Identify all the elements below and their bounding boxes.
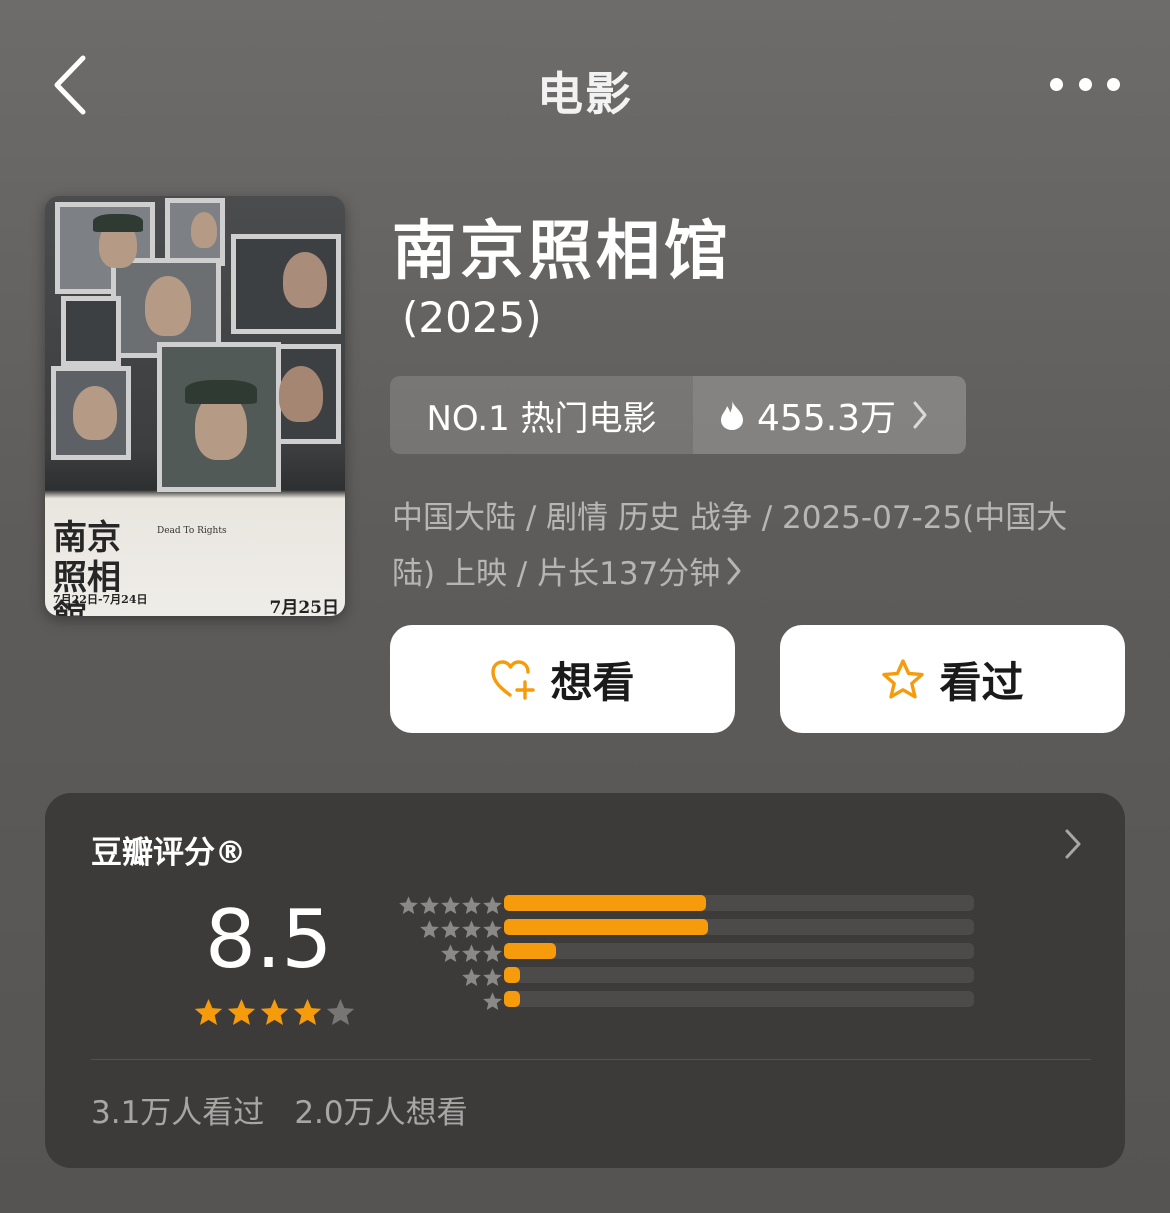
star-icon: [441, 919, 460, 938]
movie-meta[interactable]: 中国大陆 / 剧情 历史 战争 / 2025-07-25(中国大 陆) 上映 /…: [392, 490, 1122, 604]
rating-label: 豆瓣评分®: [91, 835, 246, 871]
star-icon: [483, 895, 502, 914]
rank-chip[interactable]: NO.1 热门电影 455.3万: [390, 376, 966, 454]
watched-button[interactable]: 看过: [780, 625, 1125, 733]
heat-value: 455.3万: [757, 398, 897, 439]
more-dots-icon: [1050, 77, 1063, 91]
distribution-bar-track: [504, 943, 974, 959]
more-button[interactable]: [1050, 66, 1120, 102]
want-to-watch-button[interactable]: 想看: [390, 625, 735, 733]
filled-star-icon: [293, 998, 322, 1026]
poster-photo: [61, 296, 121, 366]
flame-icon: [719, 399, 745, 431]
rating-stats: 3.1万人看过 2.0万人想看: [91, 1087, 468, 1132]
heat-value-group: 455.3万: [693, 376, 966, 454]
want-count: 2.0万人想看: [294, 1095, 468, 1131]
empty-star-icon: [326, 998, 355, 1026]
star-icon: [483, 991, 502, 1010]
poster-cap: [185, 380, 257, 404]
poster-release: 7月25日: [269, 598, 340, 616]
chevron-right-icon: [726, 548, 742, 604]
star-outline-icon: [882, 659, 925, 699]
divider: [91, 1059, 1091, 1060]
want-label: 想看: [550, 657, 635, 707]
rating-card[interactable]: 豆瓣评分® 8.5 3.1万人看过 2.0万人想看: [45, 793, 1125, 1168]
filled-star-icon: [227, 998, 256, 1026]
poster-face: [145, 276, 191, 336]
poster-face: [283, 252, 327, 308]
seen-count: 3.1万人看过: [91, 1095, 265, 1131]
movie-title: 南京照相馆: [392, 215, 732, 289]
star-icon: [441, 895, 460, 914]
distribution-bar-3: [504, 943, 556, 959]
star-icon: [462, 919, 481, 938]
poster-face: [73, 386, 117, 440]
distribution-bar-track: [504, 895, 974, 911]
rank-label: NO.1 热门电影: [390, 376, 693, 454]
star-icon: [462, 943, 481, 962]
rating-score: 8.5: [205, 893, 333, 986]
page-title: 电影: [537, 67, 633, 121]
movie-detail-page: 电影 南京照相館 Dead To Rights 7月22日-7月24日 7月25…: [0, 0, 1170, 1213]
star-level-labels: [383, 893, 503, 1013]
star-level-3: [383, 941, 503, 965]
movie-year: (2025): [402, 293, 542, 342]
star-icon: [441, 943, 460, 962]
seen-label: 看过: [939, 657, 1024, 707]
chevron-right-icon[interactable]: [1057, 827, 1087, 861]
movie-poster[interactable]: 南京照相館 Dead To Rights 7月22日-7月24日 7月25日: [45, 196, 345, 616]
meta-line-2-wrap: 陆) 上映 / 片长137分钟: [392, 546, 1122, 604]
star-icon: [483, 943, 502, 962]
star-icon: [399, 895, 418, 914]
meta-line-2: 陆) 上映 / 片长137分钟: [392, 556, 721, 592]
star-icon: [462, 895, 481, 914]
distribution-bar-5: [504, 895, 707, 911]
rating-distribution: [504, 895, 974, 1015]
distribution-bar-4: [504, 919, 709, 935]
star-level-4: [383, 917, 503, 941]
poster-face: [191, 212, 217, 248]
more-dot: [1107, 77, 1120, 91]
star-icon: [420, 895, 439, 914]
heart-plus-icon: [491, 660, 536, 700]
nav-bar: 电影: [0, 0, 1170, 170]
rating-stars: [193, 997, 356, 1028]
star-icon: [462, 967, 481, 986]
distribution-bar-2: [504, 967, 521, 983]
star-level-2: [383, 965, 503, 989]
chevron-right-icon: [912, 400, 928, 430]
star-icon: [483, 919, 502, 938]
star-icon: [420, 919, 439, 938]
distribution-bar-track: [504, 919, 974, 935]
distribution-bar-track: [504, 967, 974, 983]
distribution-bar-track: [504, 991, 974, 1007]
meta-line-1: 中国大陆 / 剧情 历史 战争 / 2025-07-25(中国大: [392, 500, 1068, 536]
poster-subtitle: Dead To Rights: [157, 526, 227, 536]
poster-cap: [93, 214, 143, 232]
star-level-5: [383, 893, 503, 917]
poster-face: [279, 366, 323, 422]
star-icon: [483, 967, 502, 986]
more-dot: [1078, 77, 1092, 91]
poster-dates: 7月22日-7月24日: [53, 593, 148, 606]
distribution-bar-1: [504, 991, 521, 1007]
filled-star-icon: [194, 998, 223, 1026]
filled-star-icon: [260, 998, 289, 1026]
star-level-1: [383, 989, 503, 1013]
